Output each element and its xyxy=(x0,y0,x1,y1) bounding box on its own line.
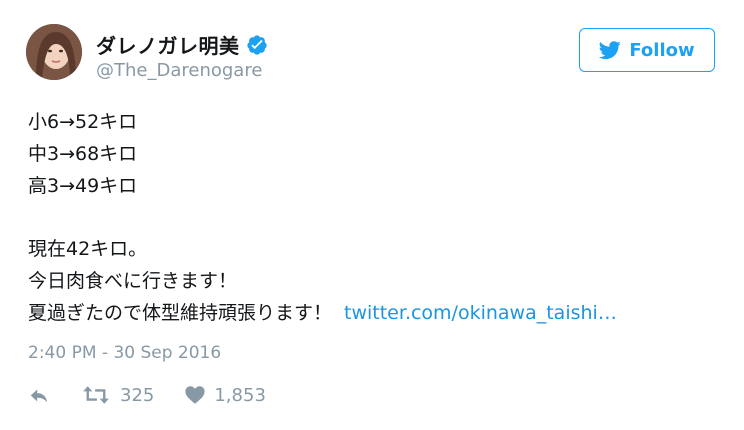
reply-icon xyxy=(30,389,48,403)
tweet-link[interactable]: twitter.com/okinawa_taishi… xyxy=(344,302,617,324)
tweet-text: 小6→52キロ 中3→68キロ 高3→49キロ 現在42キロ。 今日肉食べに行き… xyxy=(28,106,617,329)
author-handle[interactable]: @The_Darenogare xyxy=(96,60,262,81)
tweet-timestamp[interactable]: 2:40 PM - 30 Sep 2016 xyxy=(28,343,221,363)
verified-badge-icon xyxy=(246,34,268,56)
tweet-line: 小6→52キロ xyxy=(28,111,138,133)
reply-button[interactable] xyxy=(28,384,58,406)
tweet-actions: 325 1,853 xyxy=(28,384,266,406)
author-display-name[interactable]: ダレノガレ明美 xyxy=(96,30,240,59)
retweet-icon xyxy=(83,386,109,404)
tweet-line: 今日肉食べに行きます！ xyxy=(28,270,238,292)
tweet-line: 現在42キロ。 xyxy=(28,238,148,260)
heart-icon xyxy=(185,386,205,404)
avatar-image xyxy=(26,24,82,80)
author-name-row: ダレノガレ明美 xyxy=(96,30,268,59)
tweet-line: 高3→49キロ xyxy=(28,175,138,197)
follow-button[interactable]: Follow xyxy=(579,28,715,72)
tweet-card: ダレノガレ明美 @The_Darenogare Follow 小6→52キロ 中… xyxy=(0,0,744,430)
like-count: 1,853 xyxy=(214,384,266,406)
tweet-line: 中3→68キロ xyxy=(28,143,138,165)
like-button[interactable]: 1,853 xyxy=(184,384,266,406)
retweet-button[interactable]: 325 xyxy=(82,384,154,406)
twitter-bird-icon xyxy=(599,41,621,60)
retweet-count: 325 xyxy=(120,384,155,406)
follow-button-label: Follow xyxy=(629,39,695,61)
avatar[interactable] xyxy=(26,24,82,80)
tweet-line: 夏過ぎたので体型維持頑張ります！ xyxy=(28,302,333,324)
tweet-line-with-link: 夏過ぎたので体型維持頑張ります！ twitter.com/okinawa_tais… xyxy=(28,297,617,329)
